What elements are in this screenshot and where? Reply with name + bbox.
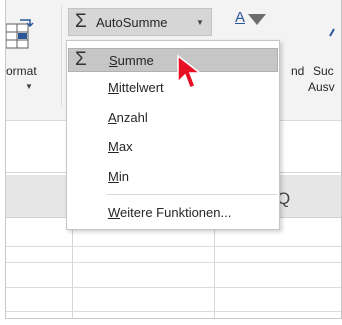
sort-a-icon: A: [235, 9, 246, 26]
find-select-label[interactable]: Suc: [313, 64, 334, 78]
autosum-button[interactable]: Σ AutoSumme ▼: [68, 8, 212, 36]
menu-item-max[interactable]: Max: [68, 135, 278, 159]
format-grid-icon[interactable]: [6, 18, 34, 50]
ribbon-separator: [61, 6, 62, 106]
menu-item-label: Weitere Funktionen...: [108, 205, 232, 220]
row-line: [6, 262, 341, 263]
menu-separator: [107, 194, 277, 195]
ribbon-text-fragment: nd: [291, 64, 305, 78]
menu-item-mittelwert[interactable]: Mittelwert: [68, 76, 278, 100]
menu-item-label: Mittelwert: [108, 80, 164, 95]
search-icon[interactable]: [328, 28, 336, 38]
row-line: [6, 246, 341, 247]
autosum-label: AutoSumme: [96, 15, 168, 30]
sigma-icon: Σ: [75, 49, 87, 70]
menu-item-min[interactable]: Min: [68, 165, 278, 189]
menu-item-label: Min: [108, 169, 129, 184]
format-label[interactable]: ormat: [6, 64, 37, 78]
autosum-dropdown-menu: Σ Summe Mittelwert Anzahl Max Min Weiter…: [66, 40, 280, 230]
funnel-icon: [248, 14, 266, 25]
chevron-down-icon[interactable]: ▼: [25, 82, 33, 91]
row-line: [6, 287, 341, 288]
menu-item-summe[interactable]: Σ Summe: [68, 48, 278, 72]
menu-item-weitere-funktionen[interactable]: Weitere Funktionen...: [68, 201, 278, 225]
sort-filter-button[interactable]: A: [235, 9, 275, 39]
sigma-icon: Σ: [75, 11, 87, 32]
row-line: [6, 311, 341, 312]
select-label-fragment[interactable]: Ausv: [308, 80, 335, 94]
menu-item-label: Summe: [109, 53, 154, 68]
menu-item-label: Max: [108, 139, 133, 154]
menu-item-label: Anzahl: [108, 110, 148, 125]
chevron-down-icon: ▼: [196, 18, 204, 27]
menu-item-anzahl[interactable]: Anzahl: [68, 106, 278, 130]
